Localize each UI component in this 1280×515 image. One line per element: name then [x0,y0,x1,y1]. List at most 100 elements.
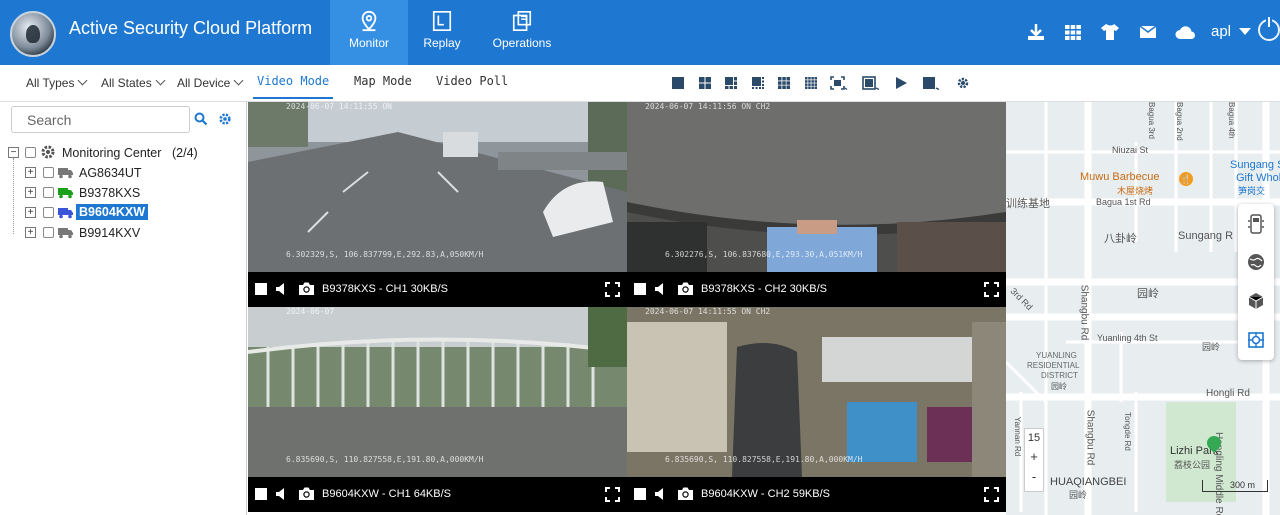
map-tools [1238,204,1274,360]
locate-icon[interactable] [1247,331,1265,349]
stop-icon[interactable] [634,488,646,500]
stop-icon[interactable] [255,488,267,500]
expand-icon[interactable]: + [25,227,36,238]
filter-states-label: All States [101,76,152,90]
tab-video-poll[interactable]: Video Poll [436,74,508,88]
tab-map-mode[interactable]: Map Mode [354,74,412,88]
layout-16-icon[interactable] [804,76,818,90]
camera-icon[interactable] [677,281,694,296]
zoom-out-button[interactable]: - [1025,469,1043,489]
expand-icon[interactable]: + [25,207,36,218]
video-controls: B9378KXS - CH2 30KB/S [627,272,1006,307]
chevron-down-icon[interactable] [1239,28,1251,35]
filter-types[interactable]: All Types [26,75,88,90]
checkbox[interactable] [43,227,54,238]
tree-root[interactable]: − Monitoring Center (2/4) [0,144,246,162]
cloud-icon[interactable] [1174,22,1198,42]
stop-icon[interactable] [634,283,646,295]
camera-icon[interactable] [298,281,315,296]
video-panel[interactable]: 2024-06-07 6.835690,S, 110.827558,E,191.… [248,307,627,512]
zoom-in-button[interactable]: + [1025,449,1043,469]
tab-monitor-label: Monitor [348,36,389,50]
checkbox[interactable] [43,187,54,198]
video-gps: 6.302329,S, 106.837799,E,292.83,A,050KM/… [286,250,484,259]
fullscreen-icon[interactable] [605,487,620,502]
play-icon[interactable] [894,76,908,90]
video-controls: B9604KXW - CH2 59KB/S [627,477,1006,512]
tab-video-mode[interactable]: Video Mode [257,74,329,88]
fullscreen-icon[interactable] [605,282,620,297]
restaurant-icon[interactable]: 🍴 [1179,172,1193,186]
checkbox[interactable] [25,147,36,158]
map-label: Sungang St [1230,159,1280,171]
video-gps: 6.835690,S, 110.827558,E,191.80,A,000KM/… [286,455,484,464]
search-input[interactable] [11,106,190,133]
tab-replay[interactable]: Replay [403,0,481,65]
truck-icon [58,208,73,219]
shirt-icon[interactable] [1100,22,1120,42]
window-icon[interactable] [862,76,880,90]
volume-icon[interactable] [654,282,668,296]
video-panel[interactable]: 2024-06-07 14:11:56 ON CH2 6.302276,S, 1… [627,102,1006,307]
video-gps: 6.302276,S, 106.837680,E,293.30,A,051KM/… [665,250,863,259]
map-label: Yannan Rd [1013,416,1023,457]
zoom-level: 15 [1027,432,1041,444]
fullscreen-icon[interactable] [984,282,999,297]
filter-types-label: All Types [26,76,75,90]
power-icon[interactable] [1258,17,1280,41]
tab-monitor[interactable]: Monitor [330,0,408,65]
camera-icon[interactable] [298,486,315,501]
operations-icon [512,11,532,31]
tab-operations[interactable]: Operations [483,0,561,65]
tree-root-label: Monitoring Center [62,146,162,160]
filter-states[interactable]: All States [101,75,166,90]
user-name[interactable]: apl [1211,23,1231,40]
map-label: 训练基地 [1006,198,1050,210]
layout-6-icon[interactable] [724,76,738,90]
video-channel-label: B9604KXW - CH1 64KB/S [322,488,452,500]
map-label: Shangbu Rd [1078,284,1090,341]
map-label: 荔枝公园 [1174,460,1211,470]
truck-icon [58,228,73,239]
gear-icon [41,145,55,159]
video-panel[interactable]: 2024-06-07 14:11:55 ON 6.302329,S, 106.8… [248,102,627,307]
stop-icon[interactable] [922,76,940,90]
layout-8-icon[interactable] [751,76,765,90]
download-icon[interactable] [1026,22,1046,42]
expand-icon[interactable]: + [25,187,36,198]
vehicle-icon[interactable] [1247,214,1265,234]
settings-icon[interactable] [218,112,232,126]
collapse-icon[interactable]: − [8,147,19,158]
stop-icon[interactable] [255,283,267,295]
mail-icon[interactable] [1138,22,1158,42]
grid-icon[interactable] [1063,22,1083,42]
settings-icon[interactable] [956,76,970,90]
map-label: Gift Whole [1236,172,1280,184]
filter-device[interactable]: All Device [177,75,244,90]
map-label: Tongde Rd [1122,412,1132,451]
cube-icon[interactable] [1247,292,1265,310]
map-label: Hongli Rd [1206,388,1250,399]
tree-item-vehicle[interactable]: + B9378KXS [0,184,246,202]
tree-item-vehicle[interactable]: + B9604KXW [0,204,246,222]
volume-icon[interactable] [654,487,668,501]
layout-1-icon[interactable] [671,76,685,90]
checkbox[interactable] [43,167,54,178]
search-icon[interactable] [194,112,208,126]
globe-icon[interactable] [1247,253,1265,271]
video-frame [248,102,627,272]
checkbox[interactable] [43,207,54,218]
layout-4-icon[interactable] [698,76,712,90]
camera-icon[interactable] [677,486,694,501]
map-label: Bagua 1st Rd [1096,197,1151,207]
volume-icon[interactable] [275,487,289,501]
tree-item-vehicle[interactable]: + B9914KXV [0,224,246,242]
tree-item-vehicle[interactable]: + AG8634UT [0,164,246,182]
expand-icon[interactable]: + [25,167,36,178]
video-panel[interactable]: 2024-06-07 14:11:55 ON CH2 6.835690,S, 1… [627,307,1006,512]
fullscreen-icon[interactable] [984,487,999,502]
fullscreen-icon[interactable] [830,76,848,90]
layout-9-icon[interactable] [777,76,791,90]
volume-icon[interactable] [275,282,289,296]
map-label: 园岭 [1202,342,1221,352]
